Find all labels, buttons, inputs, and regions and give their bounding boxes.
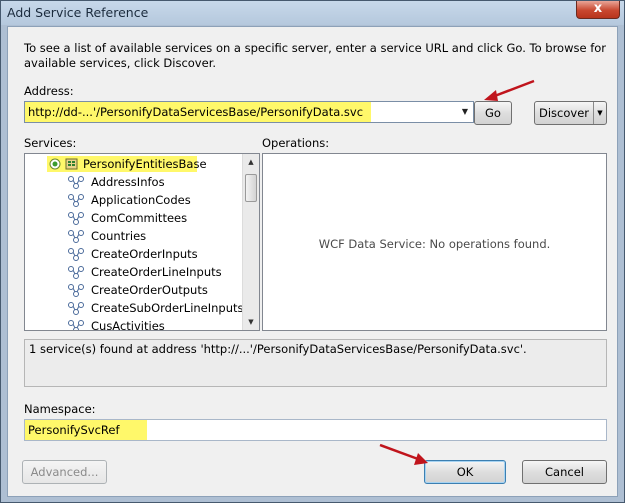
dialog-client-area: To see a list of available services on a…: [7, 26, 618, 497]
address-label: Address:: [24, 84, 74, 98]
tree-item-label: CusActivities: [91, 319, 165, 331]
tree-item[interactable]: ApplicationCodes: [25, 191, 243, 209]
operations-list[interactable]: WCF Data Service: No operations found.: [262, 153, 607, 331]
intro-text: To see a list of available services on a…: [24, 41, 607, 70]
namespace-label: Namespace:: [24, 402, 96, 416]
advanced-button: Advanced...: [22, 460, 107, 484]
operations-message: WCF Data Service: No operations found.: [318, 237, 551, 251]
entity-set-icon: [68, 302, 84, 315]
tree-item-label: CreateSubOrderLineInputs: [91, 301, 244, 315]
scroll-thumb[interactable]: [245, 174, 257, 202]
chevron-down-icon[interactable]: ▼: [593, 102, 606, 124]
entity-set-icon: [68, 212, 84, 225]
entity-set-icon: [68, 248, 84, 261]
tree-root-label: PersonifyEntitiesBase: [83, 157, 207, 171]
services-scrollbar[interactable]: ▲ ▼: [242, 154, 259, 330]
status-text: 1 service(s) found at address 'http://..…: [24, 339, 607, 387]
address-input[interactable]: http://dd-...'/PersonifyDataServicesBase…: [25, 102, 371, 122]
entity-set-icon: [68, 284, 84, 297]
address-combobox[interactable]: http://dd-...'/PersonifyDataServicesBase…: [24, 101, 474, 123]
tree-item[interactable]: ComCommittees: [25, 209, 243, 227]
entity-set-icon: [68, 320, 84, 330]
tree-item-label: CreateOrderLineInputs: [91, 265, 222, 279]
namespace-input[interactable]: PersonifySvcRef: [25, 420, 147, 440]
discover-label: Discover: [538, 106, 589, 120]
tree-item[interactable]: Countries: [25, 227, 243, 245]
annotation-arrow-icon: [484, 79, 535, 101]
services-label: Services:: [24, 136, 77, 150]
tree-item-label: AddressInfos: [91, 175, 165, 189]
tree-item-label: ApplicationCodes: [91, 193, 191, 207]
chevron-down-icon[interactable]: ▼: [457, 102, 473, 122]
scroll-up-icon[interactable]: ▲: [243, 154, 259, 170]
tree-item-label: CreateOrderOutputs: [91, 283, 208, 297]
entity-set-icon: [68, 266, 84, 279]
tree-item[interactable]: AddressInfos: [25, 173, 243, 191]
discover-button[interactable]: Discover ▼: [534, 101, 607, 125]
ok-button[interactable]: OK: [424, 460, 506, 484]
tree-item[interactable]: CusActivities: [25, 317, 243, 331]
tree-item-label: ComCommittees: [91, 211, 188, 225]
scroll-down-icon[interactable]: ▼: [243, 314, 259, 330]
close-button[interactable]: x: [576, 1, 620, 19]
entity-set-icon: [68, 194, 84, 207]
tree-item[interactable]: CreateOrderOutputs: [25, 281, 243, 299]
tree-root-item[interactable]: PersonifyEntitiesBase: [25, 155, 243, 173]
services-tree[interactable]: PersonifyEntitiesBase AddressInfos Applic…: [24, 153, 260, 331]
add-service-reference-dialog: Add Service Reference x To see a list of…: [0, 0, 625, 503]
window-title: Add Service Reference: [7, 5, 149, 20]
cancel-button[interactable]: Cancel: [522, 460, 607, 484]
title-bar[interactable]: Add Service Reference x: [1, 1, 624, 25]
tree-item-label: CreateOrderInputs: [91, 247, 198, 261]
tree-item[interactable]: CreateSubOrderLineInputs: [25, 299, 244, 317]
annotation-arrow-icon: [379, 443, 428, 465]
operations-label: Operations:: [262, 136, 330, 150]
collapse-icon[interactable]: [49, 158, 61, 170]
namespace-field[interactable]: PersonifySvcRef: [24, 419, 607, 441]
entity-set-icon: [68, 176, 84, 189]
tree-item[interactable]: CreateOrderLineInputs: [25, 263, 243, 281]
service-container-icon: [65, 158, 78, 170]
tree-item[interactable]: CreateOrderInputs: [25, 245, 243, 263]
tree-item-label: Countries: [91, 229, 147, 243]
entity-set-icon: [68, 230, 84, 243]
